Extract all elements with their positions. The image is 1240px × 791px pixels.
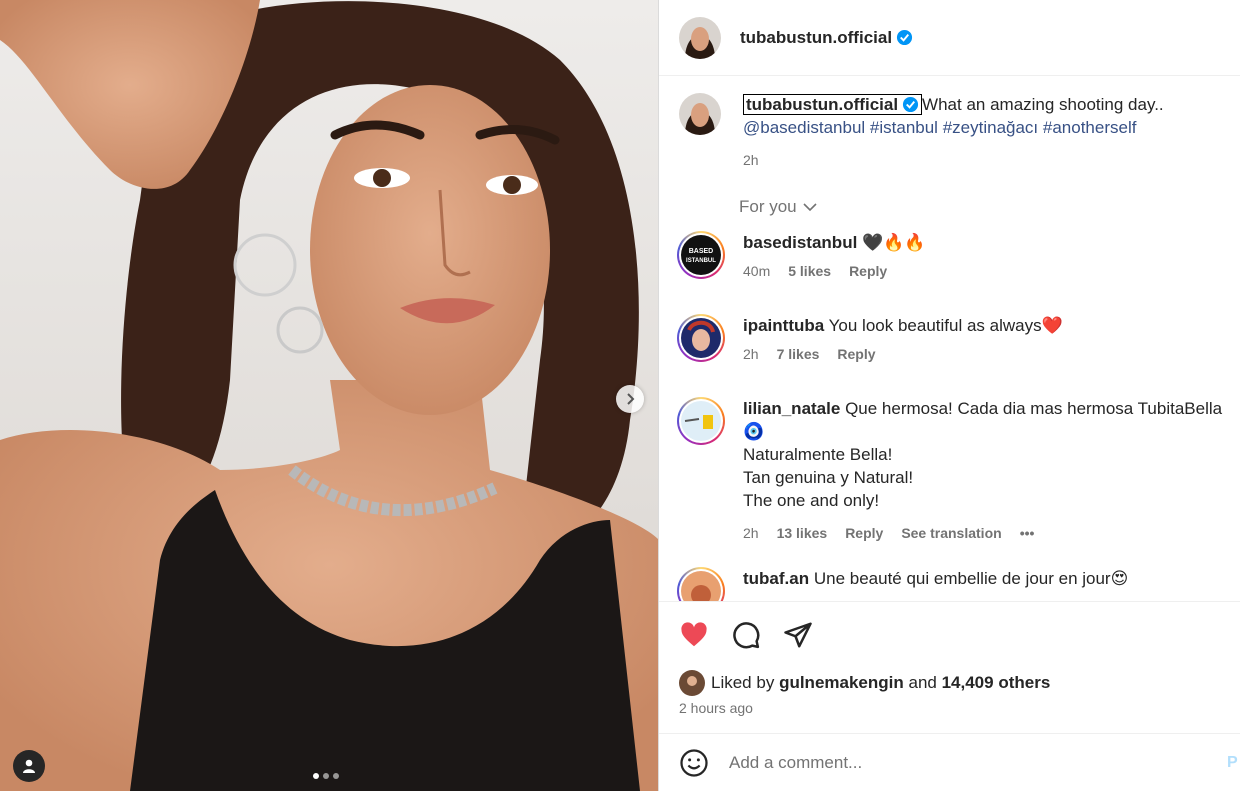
see-translation-button[interactable]: See translation (901, 525, 1001, 541)
more-options-icon[interactable]: ••• (1020, 525, 1035, 541)
hashtag-link[interactable]: #zeytinağacı (943, 118, 1038, 137)
verified-icon (896, 29, 913, 45)
post-photo (0, 0, 659, 791)
reply-button[interactable]: Reply (849, 263, 887, 279)
mention-link[interactable]: @basedistanbul (743, 118, 865, 137)
caption-text: tubabustun.official What an amazing shoot… (743, 93, 1223, 172)
next-photo-button[interactable] (616, 385, 644, 413)
comment-timestamp[interactable]: 2h (743, 525, 759, 541)
commenter-avatar[interactable] (677, 567, 725, 601)
tagged-people-button[interactable] (13, 750, 45, 782)
commenter-avatar[interactable]: BASED ISTANBUL (677, 231, 725, 279)
chevron-down-icon (803, 203, 817, 212)
comment-username[interactable]: tubaf.an (743, 569, 809, 588)
reply-button[interactable]: Reply (837, 346, 875, 362)
heart-filled-icon (681, 622, 707, 647)
comment-likes[interactable]: 13 likes (777, 525, 828, 541)
sort-label: For you (739, 197, 797, 216)
post-actions: Liked by gulnemakengin and 14,409 others… (659, 601, 1240, 733)
author-username[interactable]: tubabustun.official (740, 28, 913, 48)
comment-item: ipainttuba You look beautiful as always❤… (677, 314, 1223, 366)
comment-timestamp[interactable]: 2h (743, 346, 759, 362)
caption-timestamp[interactable]: 2h (743, 152, 759, 168)
carousel-dot (333, 773, 339, 779)
liker-username[interactable]: gulnemakengin (779, 673, 904, 693)
portrait-photo (0, 0, 658, 791)
comment-username[interactable]: lilian_natale (743, 399, 840, 418)
post-header: tubabustun.official (659, 0, 1240, 76)
add-comment-bar: P (659, 733, 1240, 791)
caption-username[interactable]: tubabustun.official (743, 94, 923, 115)
author-avatar[interactable] (679, 16, 721, 59)
likes-and: and (908, 673, 937, 692)
comment-username[interactable]: basedistanbul (743, 233, 857, 252)
share-button[interactable] (783, 620, 813, 650)
svg-text:BASED: BASED (689, 248, 714, 255)
comment-item: tubaf.an Une beauté qui embellie de jour… (677, 567, 1223, 601)
verified-icon (902, 96, 919, 113)
chevron-right-icon (627, 393, 635, 405)
comment-button[interactable] (731, 620, 761, 650)
carousel-dot-active (313, 773, 319, 779)
comment-item: BASED ISTANBUL basedistanbul 🖤🔥🔥 40m 5 lik… (677, 231, 1223, 283)
comment-username[interactable]: ipainttuba (743, 316, 824, 335)
svg-text:ISTANBUL: ISTANBUL (686, 258, 716, 264)
caption-author-avatar[interactable] (679, 93, 721, 135)
hashtag-link[interactable]: #anotherself (1043, 118, 1137, 137)
like-button[interactable] (679, 620, 709, 650)
caption-body: What an amazing shooting day.. (922, 95, 1164, 114)
commenter-avatar[interactable] (677, 314, 725, 362)
commenter-avatar[interactable] (677, 397, 725, 445)
comments-scroll-area[interactable]: tubabustun.official What an amazing shoot… (659, 77, 1240, 601)
emoji-icon[interactable] (679, 748, 709, 778)
tag-person-icon (23, 759, 35, 773)
comment-icon (733, 622, 760, 649)
post-comment-button[interactable]: P (1227, 754, 1238, 772)
liker-avatar[interactable] (679, 670, 705, 696)
post-sidebar: tubabustun.official tubabustun.official W… (659, 0, 1240, 791)
comment-text: Une beauté qui embellie de jour en jour😍 (813, 569, 1129, 588)
carousel-dot (323, 773, 329, 779)
comment-timestamp[interactable]: 40m (743, 263, 770, 279)
share-icon (784, 622, 812, 648)
likes-summary: Liked by gulnemakengin and 14,409 others (679, 670, 1050, 696)
comment-text-line: Tan genuina y Natural! (743, 468, 914, 487)
reply-button[interactable]: Reply (845, 525, 883, 541)
post-modal: tubabustun.official tubabustun.official W… (0, 0, 1240, 791)
post-caption: tubabustun.official What an amazing shoot… (679, 93, 1223, 172)
comment-input[interactable] (729, 752, 1199, 773)
likes-count[interactable]: 14,409 others (942, 673, 1051, 693)
comment-likes[interactable]: 5 likes (788, 263, 831, 279)
comment-likes[interactable]: 7 likes (777, 346, 820, 362)
hashtag-link[interactable]: #istanbul (870, 118, 938, 137)
comment-text: You look beautiful as always❤️ (828, 316, 1063, 335)
comment-item: lilian_natale Que hermosa! Cada dia mas … (677, 397, 1223, 545)
comment-text-line: The one and only! (743, 491, 880, 510)
likes-prefix: Liked by (711, 673, 775, 692)
comment-sort-dropdown[interactable]: For you (739, 197, 817, 217)
carousel-indicator (313, 773, 339, 779)
caption-hashtags: @basedistanbul #istanbul #zeytinağacı #a… (743, 118, 1136, 137)
post-timestamp[interactable]: 2 hours ago (679, 700, 753, 716)
comment-text: 🖤🔥🔥 (862, 233, 926, 252)
comment-text-line: Naturalmente Bella! (743, 445, 893, 464)
